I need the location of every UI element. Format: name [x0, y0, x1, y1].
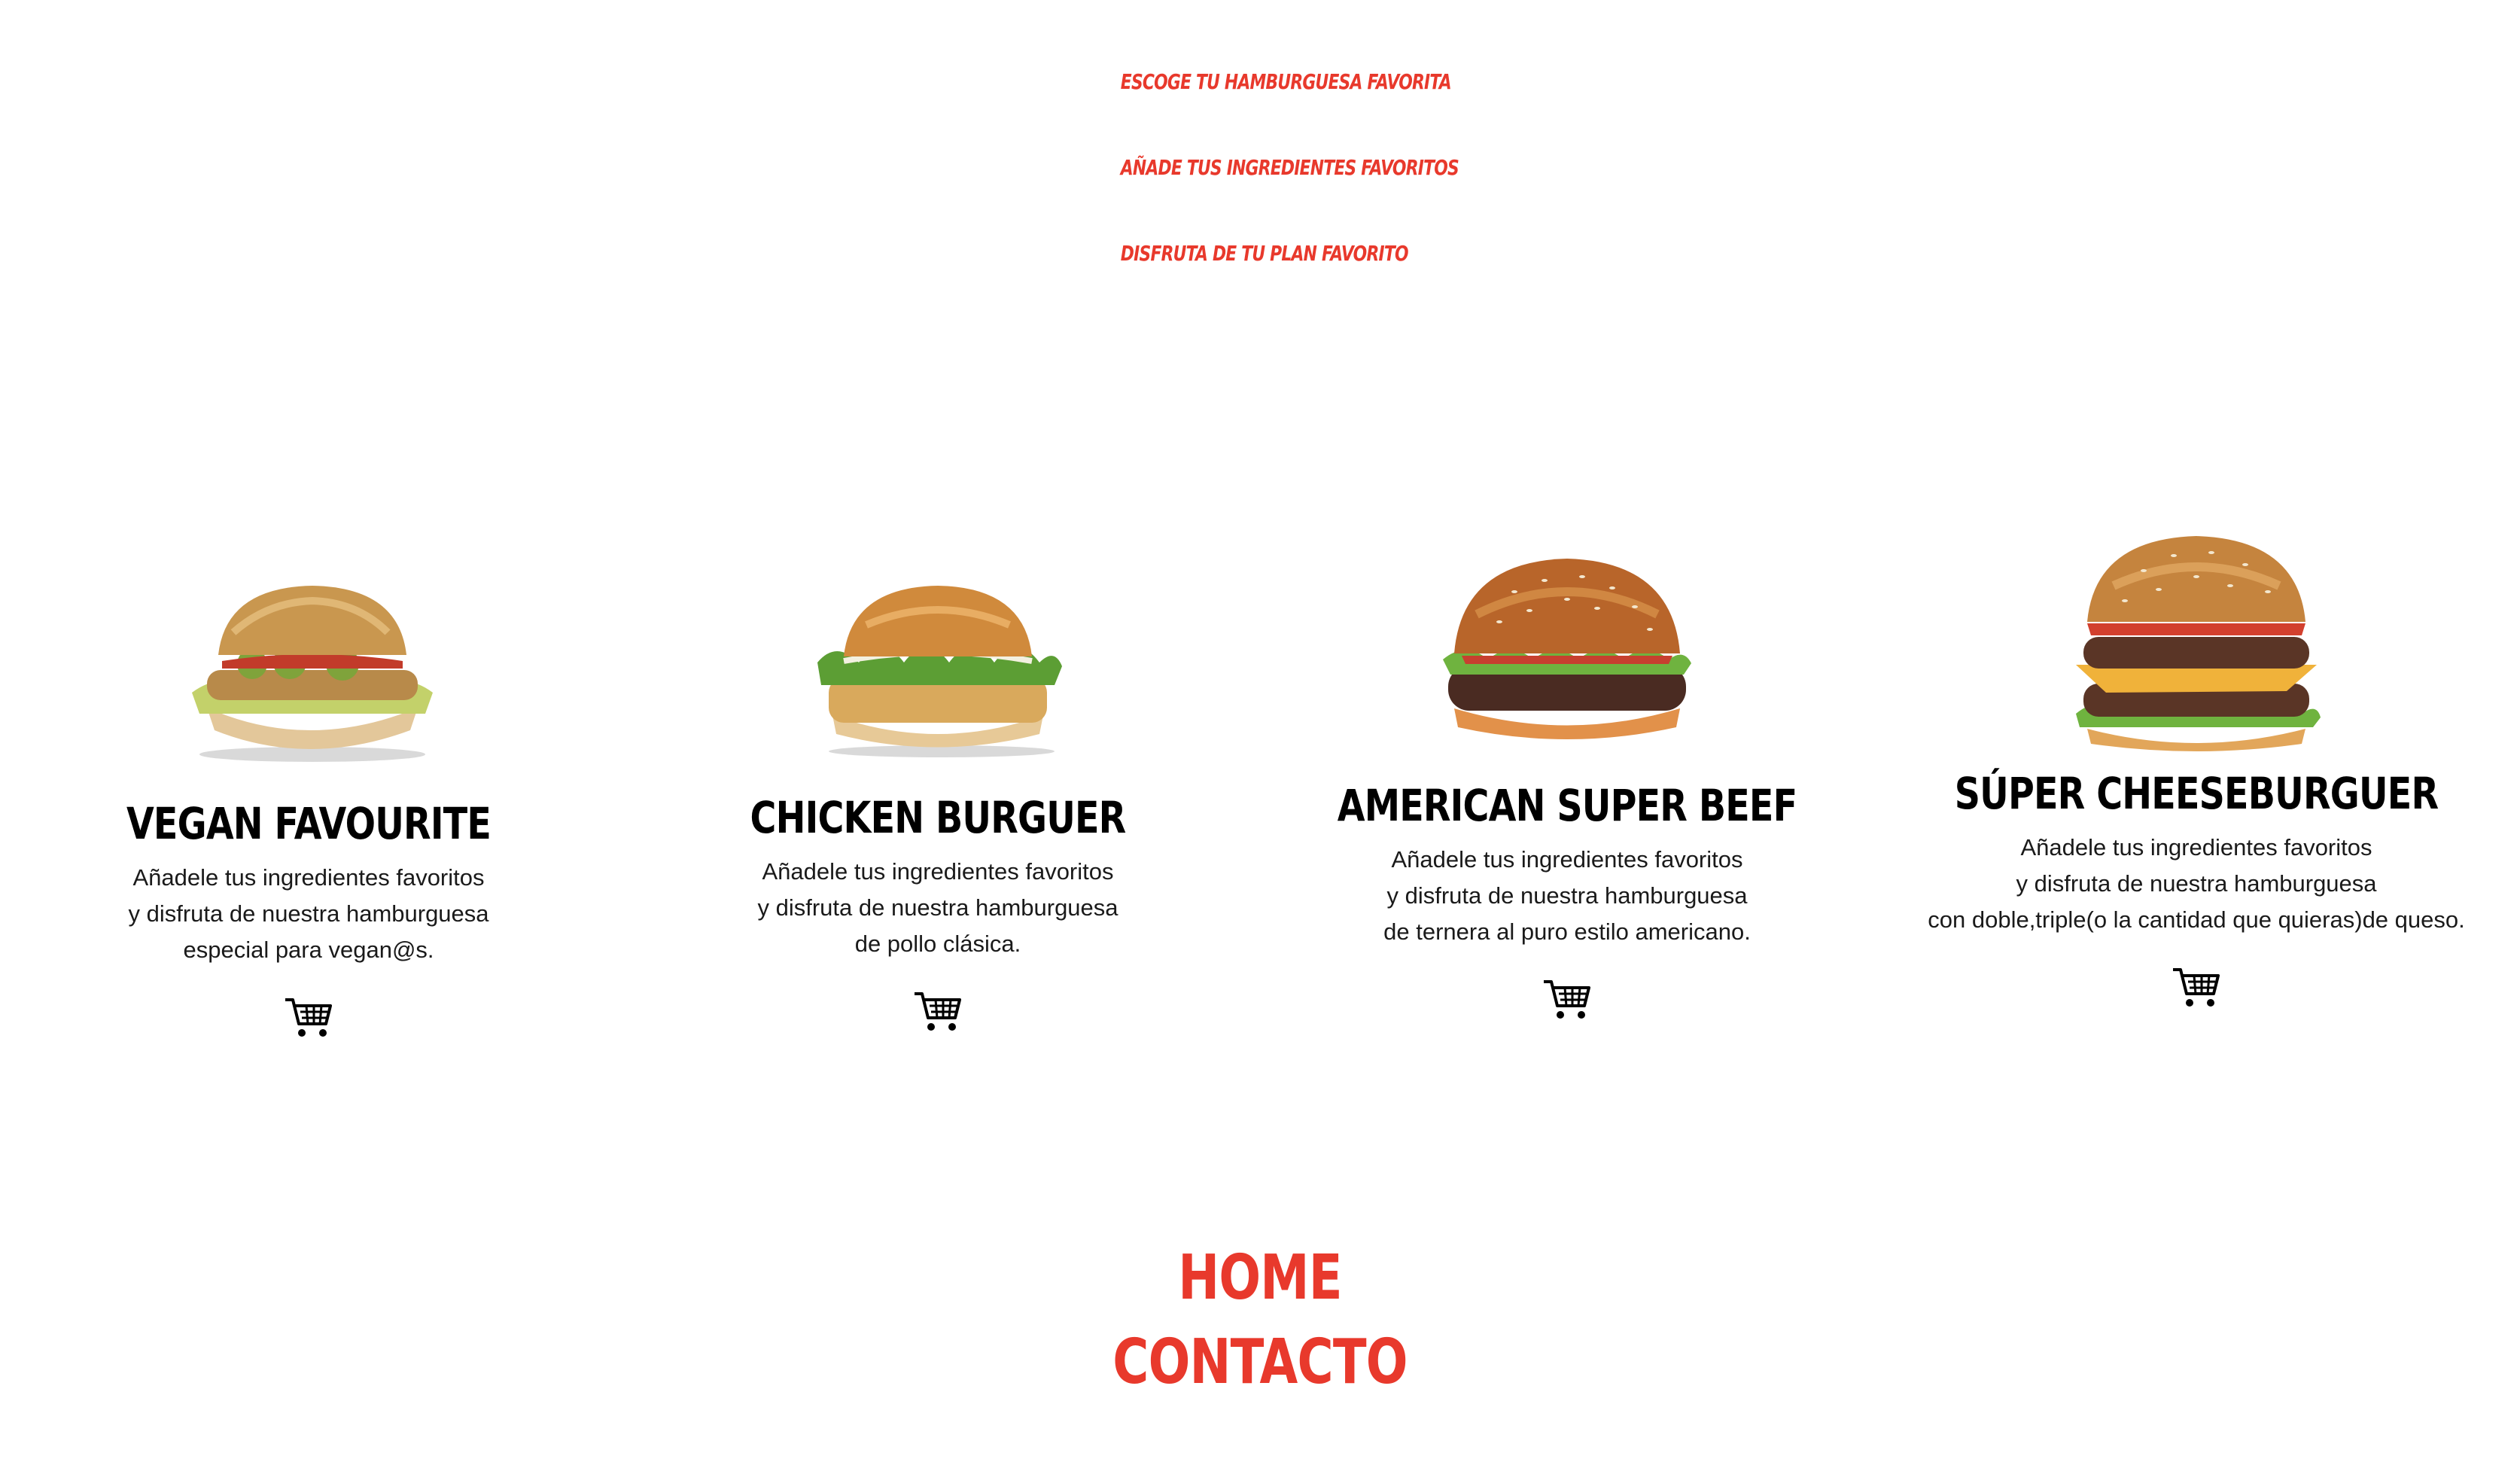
product-description: Añadele tus ingredientes favoritos y dis…: [1888, 830, 2505, 938]
description-line: especial para vegan@s.: [183, 937, 434, 963]
cart-icon: [285, 998, 332, 1037]
add-to-cart-button[interactable]: [284, 995, 333, 1039]
cart-icon: [1544, 980, 1590, 1019]
contact-link[interactable]: CONTACTO: [1079, 1327, 1441, 1398]
product-description: Añadele tus ingredientes favoritos y dis…: [0, 860, 617, 968]
product-title: AMERICAN SUPER BEEF: [1337, 780, 1797, 831]
description-line: y disfruta de nuestra hamburguesa: [1386, 882, 1748, 909]
product-description: Añadele tus ingredientes favoritos y dis…: [629, 854, 1246, 962]
home-link[interactable]: HOME: [1079, 1242, 1441, 1314]
description-line: Añadele tus ingredientes favoritos: [762, 858, 1114, 885]
description-line: y disfruta de nuestra hamburguesa: [128, 900, 489, 927]
cart-icon: [915, 992, 961, 1031]
vegan-burger-image: [162, 580, 455, 768]
product-title: VEGAN FAVOURITE: [126, 798, 492, 849]
description-line: con doble,triple(o la cantidad que quier…: [1928, 906, 2465, 933]
description-line: Añadele tus ingredientes favoritos: [132, 864, 485, 891]
description-line: de ternera al puro estilo americano.: [1383, 918, 1751, 945]
cart-icon: [2173, 968, 2220, 1007]
add-to-cart-button[interactable]: [2172, 965, 2221, 1009]
add-to-cart-button[interactable]: [1542, 977, 1592, 1021]
product-card-vegan: VEGAN FAVOURITE Añadele tus ingredientes…: [0, 0, 617, 1054]
product-description: Añadele tus ingredientes favoritos y dis…: [1258, 842, 1876, 950]
beef-burger-image: [1432, 554, 1703, 750]
product-card-cheeseburger: SÚPER CHEESEBURGUER Añadele tus ingredie…: [1888, 0, 2505, 1054]
description-line: Añadele tus ingredientes favoritos: [1391, 846, 1743, 873]
product-title: CHICKEN BURGUER: [750, 792, 1127, 843]
cheeseburger-image: [2061, 533, 2332, 759]
product-card-american-beef: AMERICAN SUPER BEEF Añadele tus ingredie…: [1258, 0, 1876, 1054]
description-line: y disfruta de nuestra hamburguesa: [2016, 870, 2377, 897]
add-to-cart-button[interactable]: [913, 989, 963, 1033]
product-card-chicken: CHICKEN BURGUER Añadele tus ingredientes…: [629, 0, 1246, 1054]
chicken-burger-image: [791, 580, 1085, 760]
description-line: Añadele tus ingredientes favoritos: [2020, 834, 2372, 860]
product-title: SÚPER CHEESEBURGUER: [1954, 768, 2439, 819]
description-line: de pollo clásica.: [854, 931, 1021, 957]
description-line: y disfruta de nuestra hamburguesa: [757, 894, 1118, 921]
